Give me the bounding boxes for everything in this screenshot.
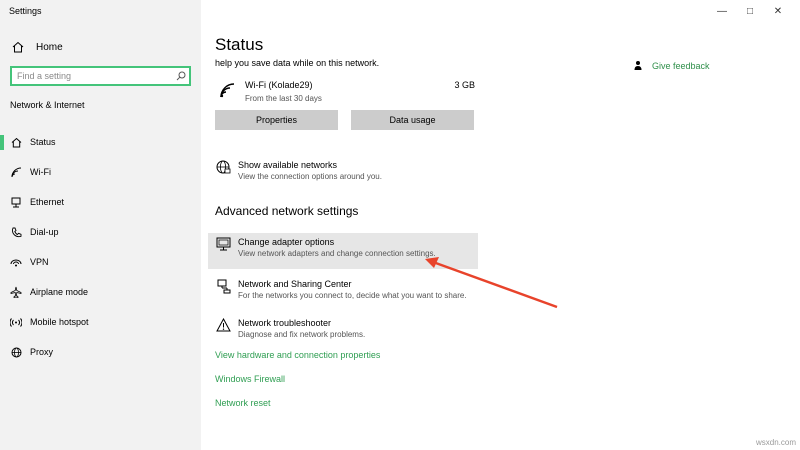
give-feedback-link[interactable]: Give feedback <box>634 57 710 75</box>
sidebar-item-label: Dial-up <box>30 227 59 237</box>
advanced-settings-heading: Advanced network settings <box>215 204 359 218</box>
network-troubleshooter[interactable]: Network troubleshooter Diagnose and fix … <box>215 314 477 350</box>
wifi-network-name: Wi-Fi (Kolade29) <box>245 80 313 90</box>
page-title: Status <box>215 35 264 54</box>
sidebar-item-dial-up[interactable]: Dial-up <box>0 217 201 247</box>
network-reset-link[interactable]: Network reset <box>215 398 271 408</box>
window-title: Settings <box>9 6 42 16</box>
ethernet-icon <box>0 197 30 208</box>
close-button[interactable]: ✕ <box>764 3 792 19</box>
network-globe-icon <box>215 160 231 175</box>
home-nav-item[interactable]: Home <box>0 37 201 57</box>
network-sharing-icon <box>215 279 231 294</box>
feedback-label: Give feedback <box>652 61 710 71</box>
sidebar-item-wifi[interactable]: Wi-Fi <box>0 157 201 187</box>
option-title: Network and Sharing Center <box>238 279 352 289</box>
wifi-usage-period: From the last 30 days <box>245 94 322 103</box>
hotspot-icon <box>0 317 30 328</box>
wifi-data-usage: 3 GB <box>454 80 475 90</box>
search-input[interactable] <box>12 71 173 81</box>
sidebar-item-label: Proxy <box>30 347 54 357</box>
section-title: Network & Internet <box>10 100 85 110</box>
sidebar-item-mobile-hotspot[interactable]: Mobile hotspot <box>0 307 201 337</box>
data-usage-button[interactable]: Data usage <box>351 110 474 130</box>
maximize-button[interactable]: □ <box>736 3 764 19</box>
window-controls: — □ ✕ <box>708 3 792 19</box>
properties-button[interactable]: Properties <box>215 110 338 130</box>
home-label: Home <box>36 41 63 53</box>
wifi-icon <box>0 167 30 178</box>
view-hardware-properties-link[interactable]: View hardware and connection properties <box>215 350 380 360</box>
sidebar-item-label: Airplane mode <box>30 287 89 297</box>
sidebar-item-ethernet[interactable]: Ethernet <box>0 187 201 217</box>
network-sharing-center[interactable]: Network and Sharing Center For the netwo… <box>215 275 477 311</box>
sidebar: Settings Home Network & Internet Status … <box>0 0 201 450</box>
option-subtitle: Diagnose and fix network problems. <box>238 330 366 339</box>
option-title: Show available networks <box>238 160 338 170</box>
sidebar-item-label: Mobile hotspot <box>30 317 89 327</box>
sidebar-item-vpn[interactable]: VPN <box>0 247 201 277</box>
home-icon <box>0 41 36 53</box>
sidebar-item-label: Wi-Fi <box>30 167 51 177</box>
globe-icon <box>0 347 30 358</box>
person-icon <box>634 57 642 75</box>
sidebar-nav: Status Wi-Fi Ethernet Dial-up VPN Airpla… <box>0 127 201 367</box>
minimize-button[interactable]: — <box>708 3 736 19</box>
sidebar-item-label: Status <box>30 137 56 147</box>
watermark: wsxdn.com <box>755 438 796 447</box>
sidebar-item-proxy[interactable]: Proxy <box>0 337 201 367</box>
option-subtitle: View network adapters and change connect… <box>238 249 436 258</box>
sidebar-item-label: Ethernet <box>30 197 65 207</box>
option-subtitle: For the networks you connect to, decide … <box>238 291 467 300</box>
sidebar-item-airplane-mode[interactable]: Airplane mode <box>0 277 201 307</box>
airplane-icon <box>0 286 30 298</box>
option-title: Network troubleshooter <box>238 318 332 328</box>
vpn-icon <box>0 257 30 268</box>
search-icon[interactable] <box>173 71 189 81</box>
wifi-signal-icon <box>219 82 237 103</box>
main-content: — □ ✕ Status help you save data while on… <box>201 0 800 450</box>
change-adapter-options[interactable]: Change adapter options View network adap… <box>208 233 478 269</box>
warning-icon <box>215 318 231 332</box>
wifi-connection-summary: Wi-Fi (Kolade29) From the last 30 days 3… <box>215 78 475 108</box>
option-title: Change adapter options <box>238 237 335 247</box>
show-available-networks[interactable]: Show available networks View the connect… <box>215 156 477 192</box>
sidebar-item-label: VPN <box>30 257 49 267</box>
partial-description: help you save data while on this network… <box>215 58 380 68</box>
sidebar-item-status[interactable]: Status <box>0 127 201 157</box>
phone-icon <box>0 227 30 238</box>
windows-firewall-link[interactable]: Windows Firewall <box>215 374 285 384</box>
status-icon <box>0 137 30 148</box>
option-subtitle: View the connection options around you. <box>238 172 382 181</box>
monitor-icon <box>215 237 231 251</box>
search-box[interactable] <box>10 66 191 86</box>
